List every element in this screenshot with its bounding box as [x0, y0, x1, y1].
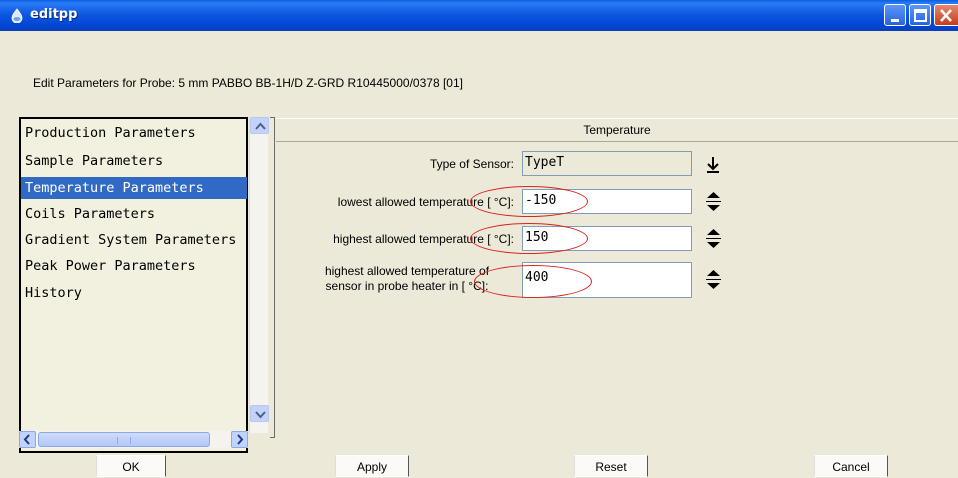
- list-item-history[interactable]: History: [25, 282, 247, 304]
- scroll-right-button[interactable]: [231, 431, 248, 448]
- heater-sensor-temperature-spinner[interactable]: [700, 265, 727, 295]
- list-item-production-parameters[interactable]: Production Parameters: [25, 122, 247, 144]
- highest-temperature-spinner[interactable]: [700, 225, 727, 252]
- heater-sensor-temperature-label-line2: sensor in probe heater in [ °C]:: [325, 279, 489, 293]
- minimize-icon: [891, 19, 899, 22]
- chevron-down-icon: [255, 411, 266, 419]
- sensor-type-dropdown-button[interactable]: [700, 153, 726, 177]
- minimize-button[interactable]: [884, 4, 906, 26]
- probe-description: Edit Parameters for Probe: 5 mm PABBO BB…: [33, 76, 463, 90]
- splitter-cap-bottom: [270, 437, 275, 438]
- list-item-sample-parameters[interactable]: Sample Parameters: [25, 150, 247, 172]
- scroll-up-button[interactable]: [250, 117, 269, 134]
- scroll-thumb[interactable]: [38, 432, 210, 447]
- list-item-temperature-parameters[interactable]: Temperature Parameters: [21, 177, 247, 199]
- lowest-temperature-label: lowest allowed temperature [ °C]:: [337, 195, 514, 209]
- cancel-button[interactable]: Cancel: [814, 455, 888, 477]
- heater-sensor-temperature-label-line1: highest allowed temperature of: [324, 264, 490, 278]
- chevron-up-icon: [255, 122, 266, 130]
- list-item-coils-parameters[interactable]: Coils Parameters: [25, 203, 247, 225]
- reset-button[interactable]: Reset: [574, 455, 648, 477]
- panel-splitter[interactable]: [274, 117, 275, 437]
- scroll-down-button[interactable]: [250, 405, 269, 422]
- highest-temperature-input[interactable]: 150: [522, 226, 692, 251]
- maximize-button[interactable]: [909, 4, 931, 26]
- chevron-left-icon: [23, 434, 30, 445]
- list-item-peak-power-parameters[interactable]: Peak Power Parameters: [25, 255, 247, 277]
- sensor-type-select[interactable]: TypeT: [522, 151, 692, 176]
- spinner-arrows-icon: [706, 229, 721, 248]
- close-button[interactable]: [934, 4, 958, 26]
- splitter-cap-top: [270, 117, 275, 118]
- lowest-temperature-spinner[interactable]: [700, 188, 727, 215]
- window-title: editpp: [30, 7, 78, 22]
- maximize-icon: [914, 9, 927, 22]
- grip-icon: [117, 437, 131, 444]
- chevron-right-icon: [237, 434, 244, 445]
- list-vertical-scrollbar[interactable]: [249, 117, 269, 433]
- ok-button[interactable]: OK: [96, 455, 166, 477]
- scroll-left-button[interactable]: [19, 431, 36, 448]
- app-drop-icon: [10, 8, 24, 24]
- spinner-arrows-icon: [706, 270, 721, 289]
- download-arrow-icon: [707, 157, 719, 173]
- lowest-temperature-input[interactable]: -150: [522, 189, 692, 214]
- list-item-gradient-system-parameters[interactable]: Gradient System Parameters: [25, 229, 247, 251]
- panel-title: Temperature: [276, 118, 958, 142]
- highest-temperature-label: highest allowed temperature [ °C]:: [333, 232, 514, 246]
- spinner-arrows-icon: [706, 192, 721, 211]
- parameter-category-list[interactable]: Production Parameters Sample Parameters …: [19, 117, 248, 453]
- close-icon: [940, 9, 952, 22]
- list-horizontal-scrollbar[interactable]: [19, 431, 248, 448]
- heater-sensor-temperature-input[interactable]: 400: [522, 262, 692, 298]
- sensor-type-label: Type of Sensor:: [429, 157, 514, 171]
- apply-button[interactable]: Apply: [335, 455, 409, 477]
- title-bar[interactable]: editpp: [0, 0, 958, 31]
